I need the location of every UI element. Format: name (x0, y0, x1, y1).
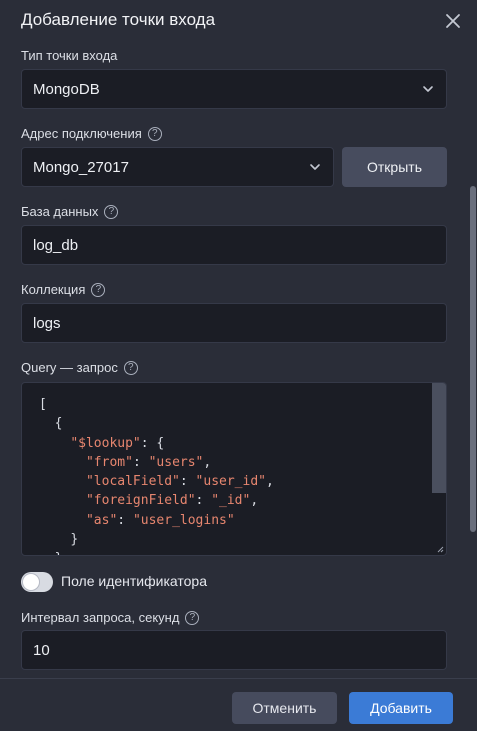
code-line: { (39, 414, 274, 433)
dialog-footer: Отменить Добавить (0, 678, 477, 731)
code-token: : (132, 454, 149, 470)
code-token: , (203, 454, 212, 470)
interval-label: Интервал запроса, секунд ? (21, 610, 200, 625)
chevron-down-icon (310, 164, 320, 170)
code-token: "users" (148, 454, 204, 470)
editor-scrollbar[interactable] (432, 383, 446, 493)
code-token: : (195, 493, 212, 509)
toggle-knob (23, 574, 39, 590)
code-line: "foreignField": "_id", (39, 491, 274, 510)
code-token: "$lookup" (70, 435, 141, 451)
entry-type-select[interactable]: MongoDB (21, 69, 447, 109)
id-field-toggle[interactable] (21, 572, 53, 592)
code-token: , (250, 493, 259, 509)
code-token: "as" (85, 512, 118, 528)
dialog-header: Добавление точки входа (0, 0, 477, 44)
entry-type-label: Тип точки входа (21, 48, 118, 63)
open-connection-button[interactable]: Открыть (342, 147, 447, 187)
code-line: "$lookup": { (39, 434, 274, 453)
code-token: : { (140, 435, 165, 451)
dialog-body: Тип точки входа MongoDB Адрес подключени… (0, 44, 477, 678)
collection-input[interactable]: logs (21, 303, 447, 343)
dialog-title: Добавление точки входа (21, 10, 216, 29)
code-line: [ (39, 395, 274, 414)
resize-grip-icon[interactable] (436, 545, 444, 553)
code-token: "_id" (211, 493, 251, 509)
help-icon[interactable]: ? (185, 610, 200, 625)
add-button[interactable]: Добавить (349, 692, 453, 724)
code-token: { (54, 416, 63, 432)
code-token: "from" (85, 454, 133, 470)
code-line: "from": "users", (39, 453, 274, 472)
connection-label: Адрес подключения ? (21, 126, 162, 141)
query-code: [ { "$lookup": { "from": "users", "local… (39, 395, 274, 555)
code-token: [ (39, 397, 47, 412)
code-token: } (70, 532, 79, 548)
code-line: "localField": "user_id", (39, 472, 274, 491)
collection-label: Коллекция ? (21, 282, 106, 297)
code-line: "as": "user_logins" (39, 511, 274, 530)
code-token: "localField" (85, 474, 180, 490)
cancel-button[interactable]: Отменить (232, 692, 337, 724)
close-icon[interactable] (443, 11, 463, 31)
help-icon[interactable]: ? (147, 126, 162, 141)
code-line: }, (39, 549, 274, 555)
code-token: }, (55, 551, 71, 555)
code-token: , (266, 474, 274, 490)
code-token: : (179, 474, 196, 490)
connection-select[interactable]: Mongo_27017 (21, 147, 334, 187)
code-token: : (117, 512, 133, 528)
query-editor[interactable]: [ { "$lookup": { "from": "users", "local… (21, 382, 447, 556)
help-icon[interactable]: ? (91, 282, 106, 297)
code-line: } (39, 530, 274, 549)
code-token: "foreignField" (85, 493, 196, 509)
interval-input[interactable]: 10 (21, 630, 447, 670)
help-icon[interactable]: ? (104, 204, 119, 219)
help-icon[interactable]: ? (123, 360, 138, 375)
chevron-down-icon (423, 86, 433, 92)
code-token: "user_id" (195, 474, 266, 490)
code-token: "user_logins" (132, 512, 235, 528)
query-label: Query — запрос ? (21, 360, 138, 375)
dialog-scrollbar[interactable] (470, 186, 476, 532)
database-label: База данных ? (21, 204, 119, 219)
database-input[interactable]: log_db (21, 225, 447, 265)
id-field-label: Поле идентификатора (61, 573, 207, 589)
